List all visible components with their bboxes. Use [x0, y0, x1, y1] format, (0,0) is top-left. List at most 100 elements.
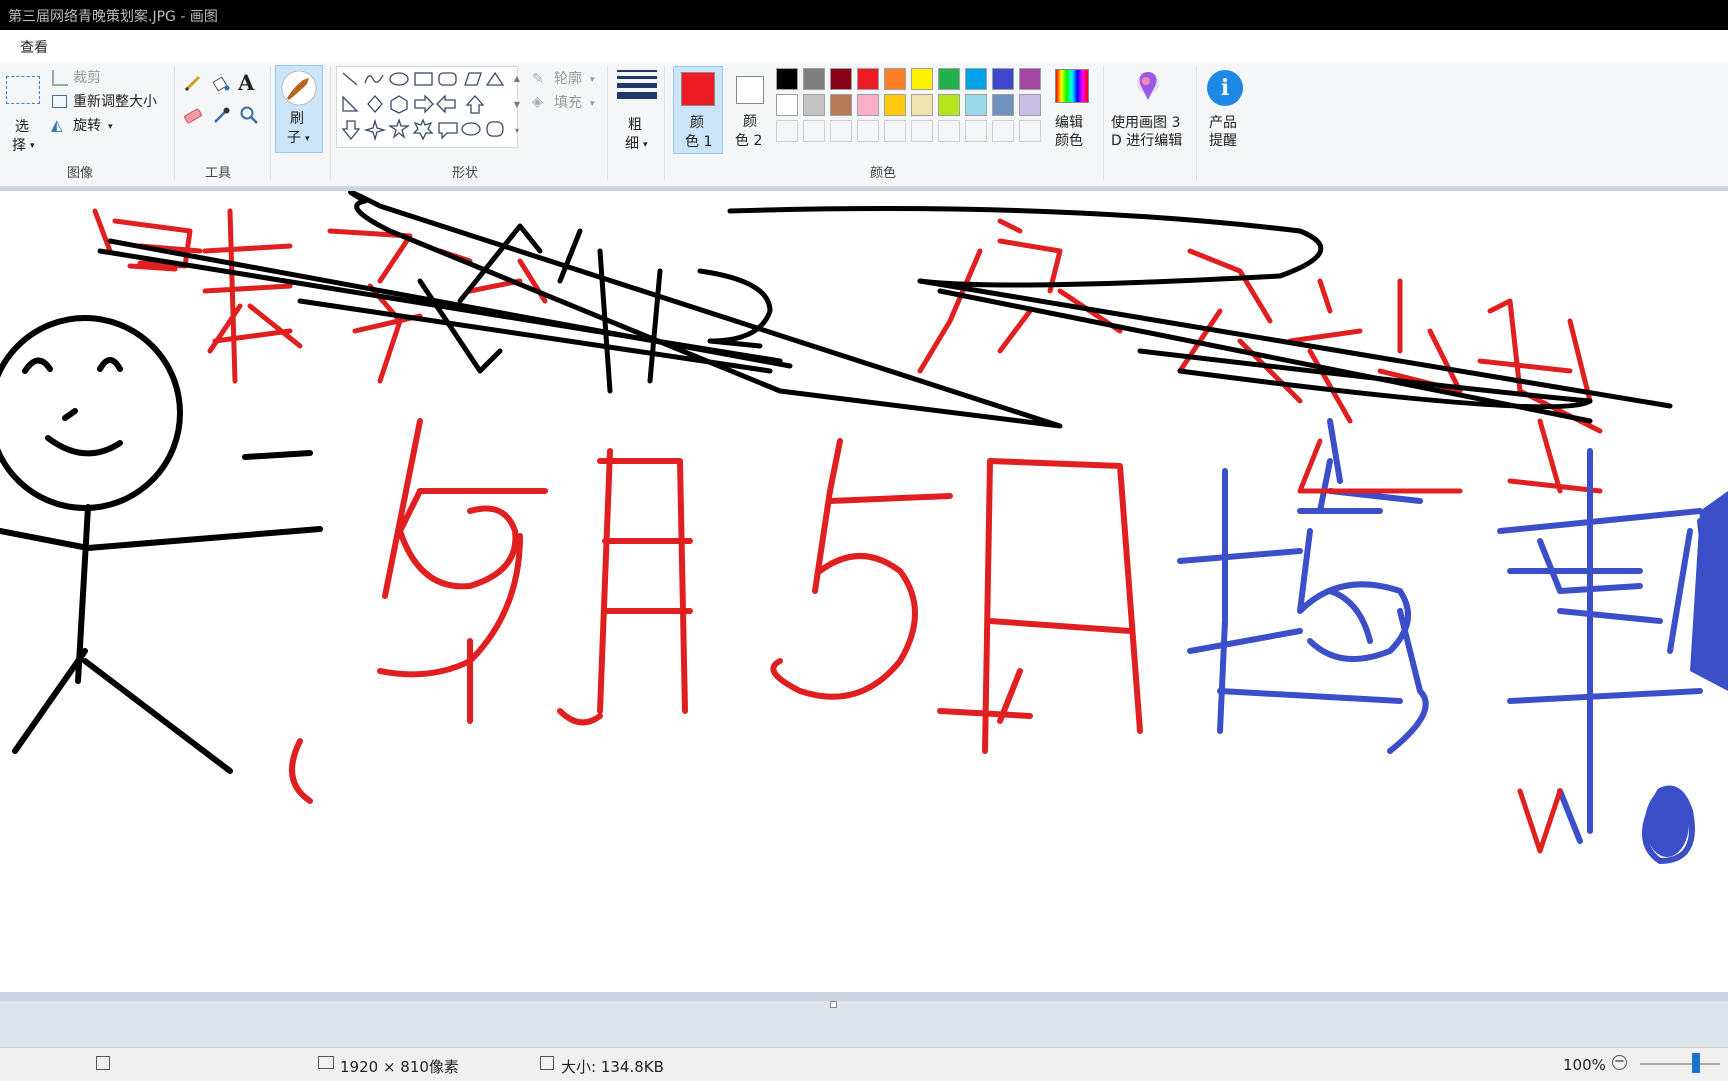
- divider: [664, 66, 665, 180]
- crop-icon: [52, 70, 68, 86]
- brush-button[interactable]: 刷 子 ▾: [275, 65, 323, 153]
- product-alert-button[interactable]: i 产品 提醒: [1202, 66, 1252, 156]
- color-swatch[interactable]: [803, 94, 825, 116]
- rotate-button[interactable]: ◭ 旋转 ▾: [50, 116, 130, 138]
- file-size: 大小: 134.8KB: [561, 1058, 664, 1076]
- color-swatch[interactable]: [776, 68, 798, 90]
- picker-tool[interactable]: [210, 104, 232, 126]
- colors-group-label: 颜色: [870, 166, 897, 181]
- color-swatch[interactable]: [830, 68, 852, 90]
- paint-3d-label-1: 使用画图 3: [1111, 115, 1181, 131]
- color-swatch[interactable]: [965, 68, 987, 90]
- select-label-2: 择: [12, 138, 26, 154]
- color-1-button[interactable]: 颜 色 1: [673, 66, 723, 154]
- divider: [174, 66, 175, 180]
- color-swatch[interactable]: [830, 120, 852, 142]
- image-group-label: 图像: [67, 166, 94, 181]
- paint-3d-label-2: D 进行编辑: [1111, 133, 1183, 149]
- select-icon: [6, 76, 40, 104]
- color-swatch[interactable]: [911, 94, 933, 116]
- zoom-level: 100%: [1563, 1056, 1606, 1074]
- color-swatch[interactable]: [938, 68, 960, 90]
- color-swatch[interactable]: [776, 94, 798, 116]
- color-swatch[interactable]: [965, 94, 987, 116]
- color-2-button[interactable]: 颜 色 2: [727, 66, 775, 154]
- color-1-label-2: 色 1: [685, 134, 713, 150]
- edit-colors-button[interactable]: 编辑 颜色: [1050, 66, 1094, 156]
- color-swatch[interactable]: [938, 94, 960, 116]
- brush-icon: [281, 70, 317, 106]
- paint-3d-button[interactable]: 使用画图 3 D 进行编辑: [1108, 66, 1188, 156]
- color-swatch[interactable]: [857, 68, 879, 90]
- pencil-tool[interactable]: [182, 72, 204, 94]
- color-swatch[interactable]: [965, 120, 987, 142]
- eraser-icon: [184, 108, 202, 124]
- divider: [1196, 66, 1197, 180]
- product-alert-label-2: 提醒: [1209, 133, 1237, 149]
- line-width-icon: [617, 70, 657, 99]
- chevron-down-icon: ▾: [305, 134, 310, 144]
- chevron-down-icon: ▾: [590, 75, 595, 85]
- shapes-icon: [341, 71, 505, 142]
- cursor-position-icon: [96, 1056, 110, 1070]
- color-swatch[interactable]: [857, 120, 879, 142]
- canvas-resize-handle[interactable]: [830, 1001, 837, 1008]
- menu-view[interactable]: 查看: [14, 36, 54, 58]
- divider: [270, 66, 271, 180]
- color-swatch[interactable]: [884, 94, 906, 116]
- resize-icon: [52, 95, 67, 108]
- fill-label: 填充: [554, 95, 582, 111]
- zoom-slider-thumb[interactable]: [1692, 1053, 1700, 1073]
- bucket-icon: [212, 76, 230, 92]
- size-label-2: 细: [625, 136, 639, 152]
- size-button[interactable]: 粗 细 ▾: [613, 66, 659, 156]
- select-button[interactable]: 选 择 ▾: [3, 68, 43, 158]
- color-swatch[interactable]: [884, 120, 906, 142]
- eraser-tool[interactable]: [182, 104, 204, 126]
- text-tool[interactable]: A: [238, 70, 260, 95]
- chevron-down-icon: ▾: [30, 141, 35, 151]
- color-1-label-1: 颜: [690, 115, 704, 131]
- color-swatch[interactable]: [1019, 68, 1041, 90]
- zoom-slider[interactable]: [1640, 1063, 1720, 1065]
- color-swatch[interactable]: [803, 120, 825, 142]
- brush-label-2: 子: [287, 130, 301, 146]
- crop-button[interactable]: 裁剪: [50, 68, 160, 90]
- outline-button[interactable]: ✎ 轮廓 ▾: [530, 70, 600, 90]
- color-swatch[interactable]: [1019, 94, 1041, 116]
- color-swatch[interactable]: [776, 120, 798, 142]
- color-swatch[interactable]: [830, 94, 852, 116]
- rotate-icon: ◭: [51, 116, 63, 134]
- color-swatch[interactable]: [857, 94, 879, 116]
- status-bar: 1920 × 810像素 大小: 134.8KB 100% −: [0, 1047, 1728, 1081]
- color-2-label-1: 颜: [743, 114, 757, 130]
- color-swatch[interactable]: [992, 120, 1014, 142]
- outline-icon: ✎: [532, 71, 544, 87]
- color-swatch[interactable]: [992, 68, 1014, 90]
- zoom-out-button[interactable]: −: [1612, 1055, 1627, 1070]
- fill-tool[interactable]: [210, 72, 232, 94]
- color-swatch[interactable]: [803, 68, 825, 90]
- color-swatch[interactable]: [938, 120, 960, 142]
- color-swatch[interactable]: [911, 68, 933, 90]
- chevron-down-icon: ▾: [590, 99, 595, 109]
- fill-icon: ◈: [532, 94, 543, 110]
- shapes-group-label: 形状: [452, 166, 479, 181]
- drawing-strokes: [0, 189, 1728, 864]
- shapes-gallery[interactable]: [336, 66, 518, 148]
- color-swatch[interactable]: [1019, 120, 1041, 142]
- shapes-scroll[interactable]: ▲ ▼ ▾: [511, 66, 523, 148]
- crop-label: 裁剪: [73, 70, 101, 86]
- horizontal-scrollbar[interactable]: [0, 1001, 1728, 1047]
- resize-label: 重新调整大小: [73, 94, 157, 110]
- drawing-canvas[interactable]: [0, 189, 1728, 992]
- color-palette: [776, 68, 1046, 148]
- color-swatch[interactable]: [884, 68, 906, 90]
- color-swatch[interactable]: [992, 94, 1014, 116]
- text-icon: A: [238, 70, 255, 95]
- fill-button[interactable]: ◈ 填充 ▾: [530, 94, 600, 114]
- resize-button[interactable]: 重新调整大小: [50, 92, 170, 114]
- magnifier-tool[interactable]: [238, 104, 260, 126]
- color-swatch[interactable]: [911, 120, 933, 142]
- color-1-swatch: [681, 72, 715, 106]
